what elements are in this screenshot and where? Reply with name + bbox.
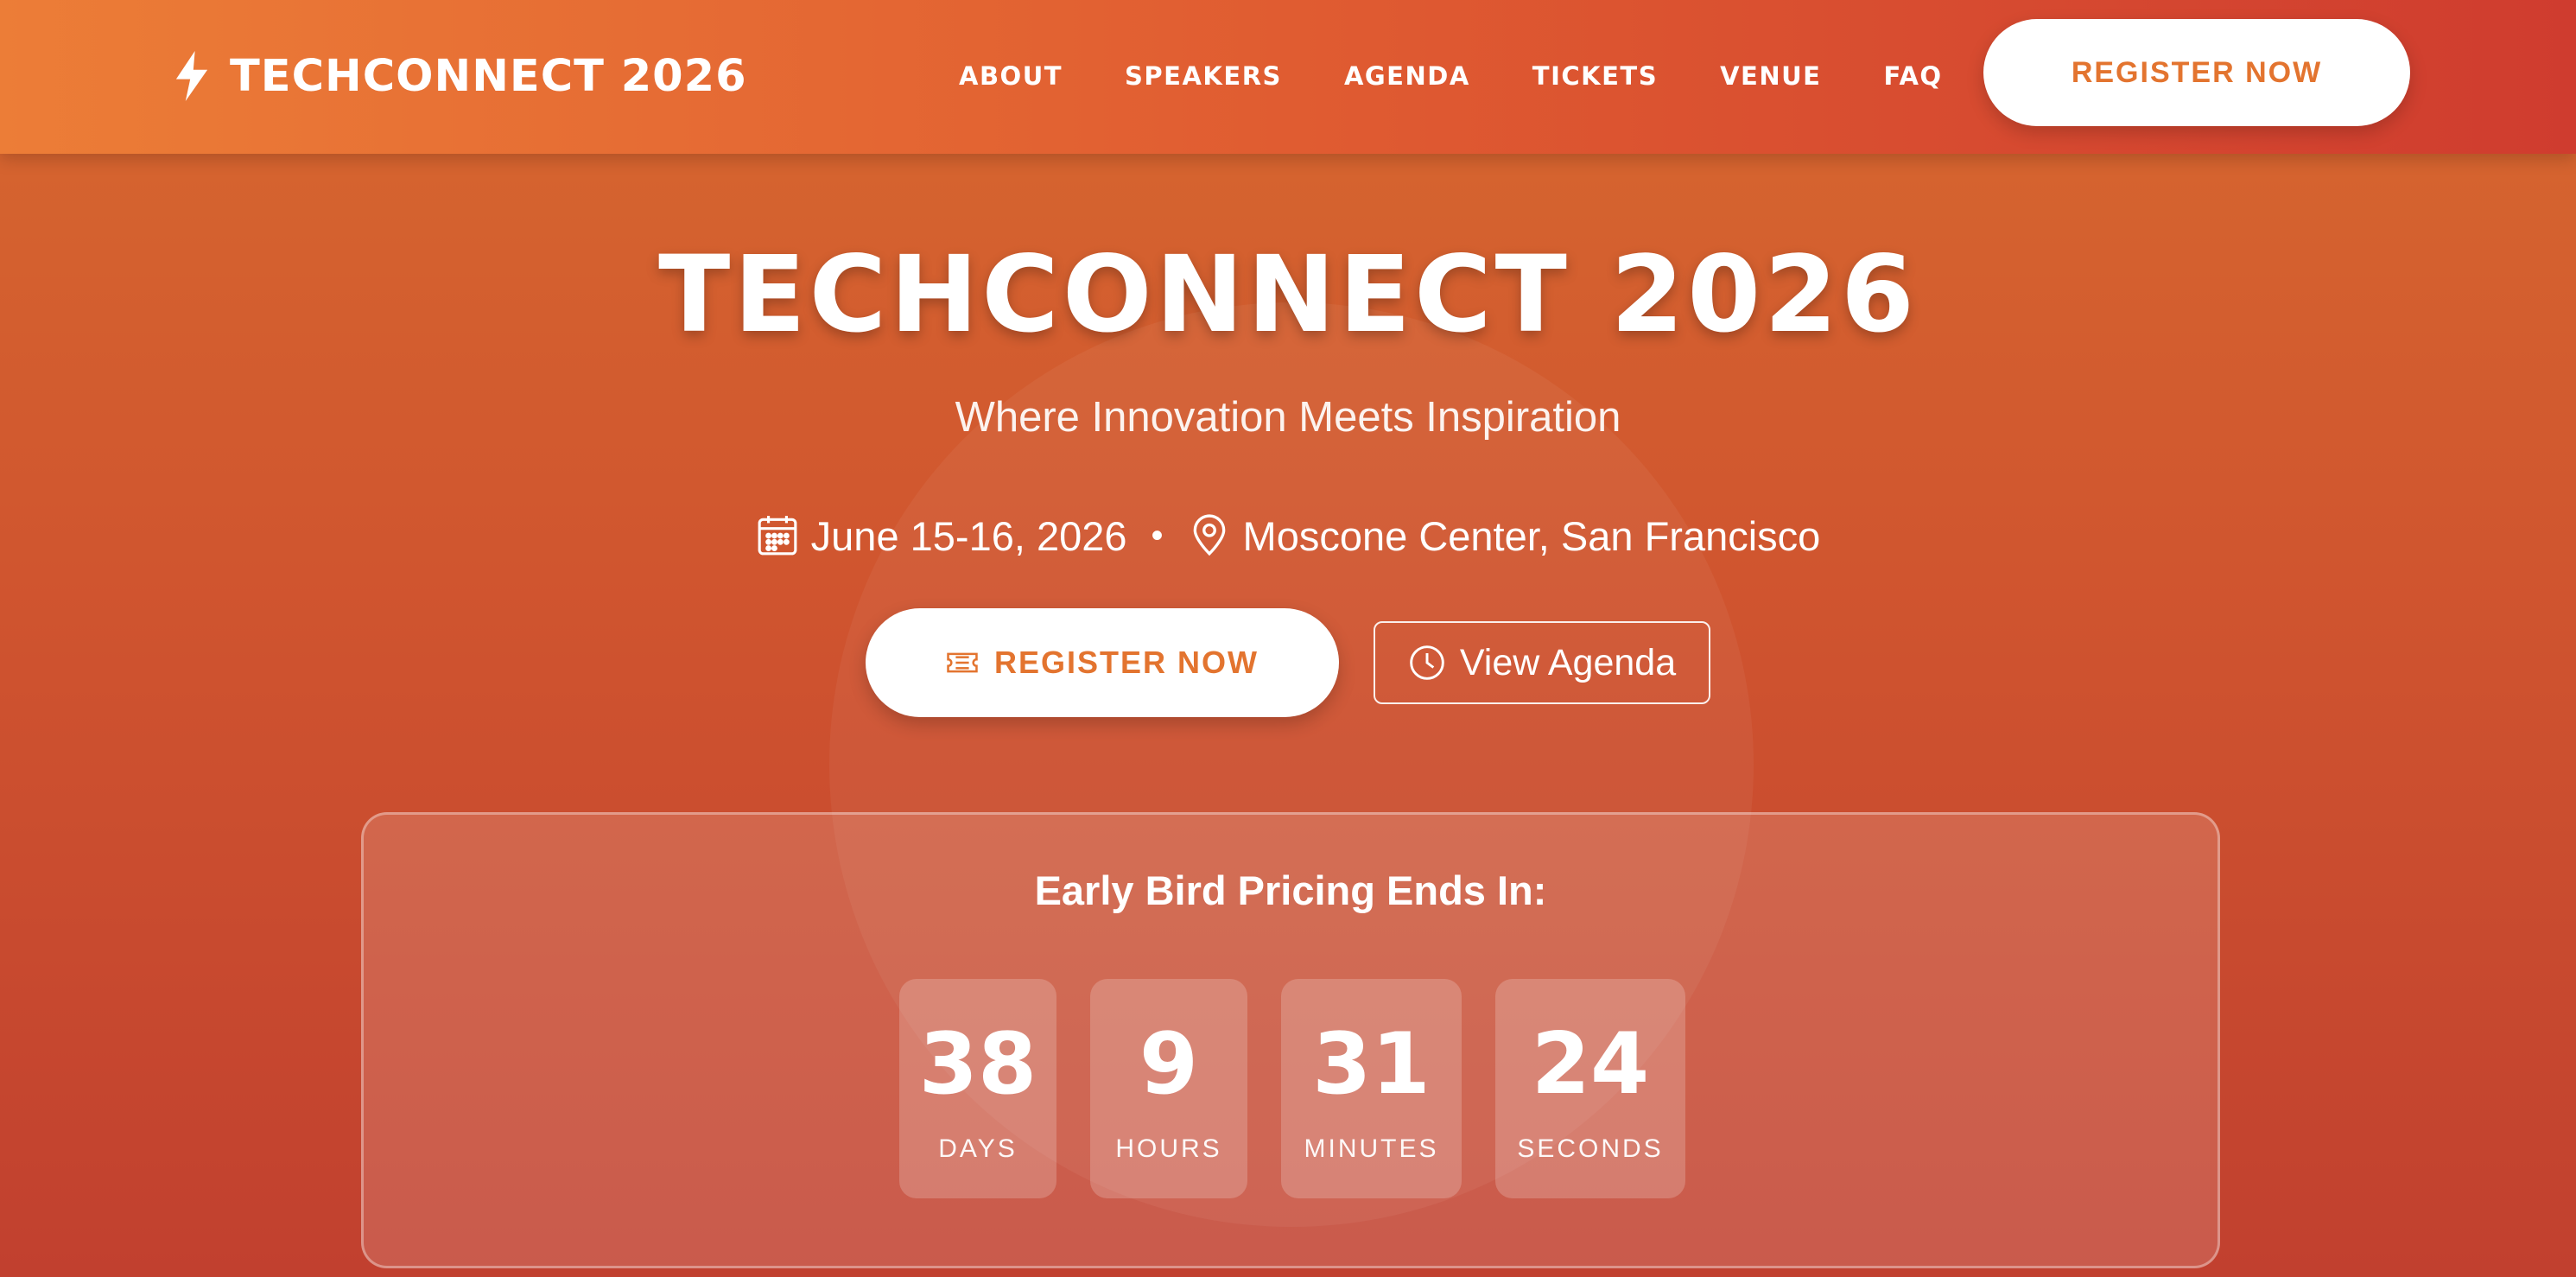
location-pin-icon bbox=[1193, 514, 1225, 556]
countdown-seconds: 24 SECONDS bbox=[1495, 979, 1685, 1198]
calendar-icon bbox=[758, 516, 797, 556]
countdown-minutes-label: MINUTES bbox=[1304, 1134, 1439, 1163]
countdown-minutes-value: 31 bbox=[1312, 1015, 1431, 1114]
countdown-hours: 9 HOURS bbox=[1090, 979, 1247, 1198]
hero-register-label: REGISTER NOW bbox=[993, 645, 1259, 680]
countdown-panel: Early Bird Pricing Ends In: 38 DAYS 9 HO… bbox=[361, 812, 2220, 1268]
hero-tagline: Where Innovation Meets Inspiration bbox=[955, 394, 1621, 441]
hero-register-button[interactable]: REGISTER NOW bbox=[866, 608, 1339, 717]
event-location: Moscone Center, San Francisco bbox=[1242, 512, 1821, 559]
countdown-hours-label: HOURS bbox=[1115, 1134, 1222, 1163]
nav-links: ABOUT SPEAKERS AGENDA TICKETS VENUE FAQ bbox=[959, 54, 2005, 98]
countdown-days-label: DAYS bbox=[938, 1134, 1018, 1163]
countdown-days-value: 38 bbox=[918, 1015, 1037, 1114]
countdown-title: Early Bird Pricing Ends In: bbox=[1034, 867, 1547, 913]
event-meta: June 15-16, 2026 • Moscone Center, San F… bbox=[0, 505, 2576, 566]
event-date: June 15-16, 2026 bbox=[810, 512, 1127, 559]
view-agenda-label: View Agenda bbox=[1459, 641, 1677, 683]
lightning-icon bbox=[175, 51, 208, 101]
view-agenda-button[interactable]: View Agenda bbox=[1374, 621, 1710, 704]
countdown-seconds-label: SECONDS bbox=[1517, 1134, 1664, 1163]
countdown-hours-value: 9 bbox=[1139, 1015, 1199, 1114]
nav-register-button[interactable]: REGISTER NOW bbox=[1983, 19, 2410, 126]
nav-link-tickets[interactable]: TICKETS bbox=[1532, 61, 1658, 91]
nav-link-about[interactable]: ABOUT bbox=[959, 61, 1063, 91]
clock-icon bbox=[1410, 645, 1444, 680]
countdown-minutes: 31 MINUTES bbox=[1281, 979, 1462, 1198]
ticket-icon bbox=[947, 652, 978, 673]
nav-link-speakers[interactable]: SPEAKERS bbox=[1125, 61, 1282, 91]
hero-actions: REGISTER NOW View Agenda bbox=[0, 608, 2576, 717]
hero-title: TECHCONNECT 2026 bbox=[658, 233, 1918, 356]
nav-link-agenda[interactable]: AGENDA bbox=[1344, 61, 1470, 91]
top-navbar: TECHCONNECT 2026 ABOUT SPEAKERS AGENDA T… bbox=[0, 0, 2576, 154]
brand-logo[interactable]: TECHCONNECT 2026 bbox=[173, 45, 747, 107]
countdown-days: 38 DAYS bbox=[899, 979, 1056, 1198]
countdown-seconds-value: 24 bbox=[1531, 1015, 1650, 1114]
meta-separator: • bbox=[1151, 516, 1164, 555]
nav-link-venue[interactable]: VENUE bbox=[1720, 61, 1821, 91]
brand-name: TECHCONNECT 2026 bbox=[230, 50, 747, 102]
countdown-units: 38 DAYS 9 HOURS 31 MINUTES 24 SECONDS bbox=[364, 979, 2218, 1198]
nav-link-faq[interactable]: FAQ bbox=[1883, 61, 1942, 91]
